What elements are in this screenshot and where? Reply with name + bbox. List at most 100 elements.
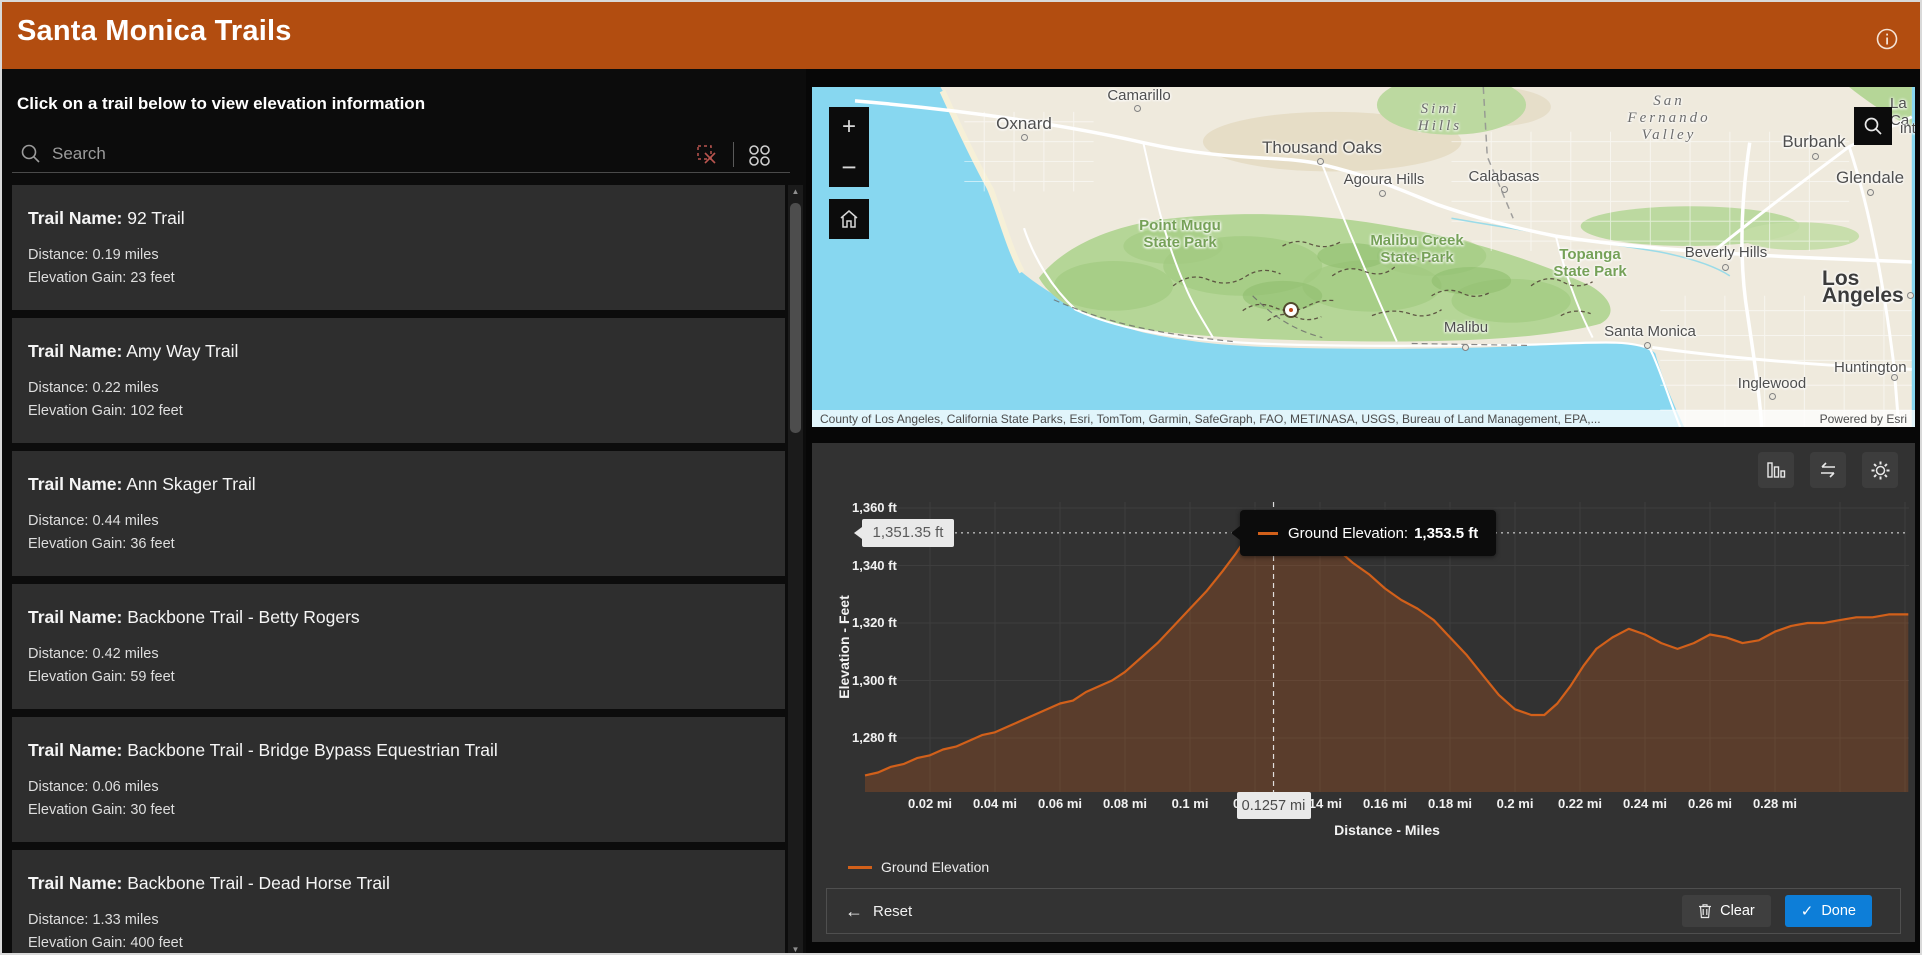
chart-type-button[interactable] bbox=[1758, 452, 1794, 488]
done-button[interactable]: ✓ Done bbox=[1784, 895, 1872, 927]
city-dot bbox=[1906, 291, 1914, 299]
tooltip-label: Ground Elevation: bbox=[1288, 524, 1409, 542]
y-tick: 1,340 ft bbox=[852, 557, 897, 573]
check-icon: ✓ bbox=[1800, 903, 1814, 920]
app-header: Santa Monica Trails bbox=[2, 2, 1920, 69]
trail-card-backbone-trail-dead-horse-trail[interactable]: Trail Name: Backbone Trail - Dead Horse … bbox=[12, 850, 785, 953]
y-tick: 1,360 ft bbox=[852, 500, 897, 515]
trail-distance: Distance: 0.42 miles bbox=[28, 646, 159, 662]
search-bar bbox=[12, 137, 790, 173]
instruction-text: Click on a trail below to view elevation… bbox=[17, 94, 426, 113]
x-tick: 0.24 mi bbox=[1622, 796, 1668, 811]
trail-distance: Distance: 0.22 miles bbox=[28, 380, 159, 396]
trail-card-92-trail[interactable]: Trail Name: 92 Trail Distance: 0.19 miles… bbox=[12, 185, 785, 310]
trail-elevation-gain: Elevation Gain: 23 feet bbox=[28, 270, 175, 286]
x-tick: 0.28 mi bbox=[1752, 796, 1798, 811]
x-tick: 0.04 mi bbox=[972, 796, 1018, 811]
chart-footer-bar: ← Reset Clear ✓ Done bbox=[826, 888, 1901, 934]
arrow-left-icon: ← bbox=[845, 900, 863, 921]
results-grid-button[interactable] bbox=[746, 142, 772, 168]
zoom-out-button[interactable]: − bbox=[829, 147, 869, 187]
y-axis-label: Elevation - Feet bbox=[836, 595, 852, 699]
tooltip-value: 1,353.5 ft bbox=[1414, 524, 1479, 542]
zoom-controls: + − bbox=[829, 107, 869, 187]
search-input[interactable] bbox=[50, 139, 690, 169]
reset-label: Reset bbox=[873, 902, 913, 920]
chart-settings-button[interactable] bbox=[1862, 452, 1898, 488]
reset-button[interactable]: ← Reset bbox=[845, 901, 912, 922]
distance-marker-box: 0.1257 mi bbox=[1236, 792, 1311, 819]
city-dot bbox=[1378, 189, 1386, 197]
list-scrollbar[interactable]: ▲ ▼ bbox=[788, 185, 803, 953]
clear-selection-button[interactable] bbox=[694, 142, 720, 168]
trail-card-backbone-trail-betty-rogers[interactable]: Trail Name: Backbone Trail - Betty Roger… bbox=[12, 584, 785, 709]
scroll-up-button[interactable]: ▲ bbox=[788, 185, 803, 199]
trail-name: Trail Name: Backbone Trail - Bridge Bypa… bbox=[28, 740, 498, 760]
clear-button[interactable]: Clear bbox=[1682, 895, 1771, 927]
trail-list-panel: Click on a trail below to view elevation… bbox=[2, 69, 806, 953]
swap-axes-button[interactable] bbox=[1810, 452, 1846, 488]
gear-icon bbox=[1871, 461, 1889, 479]
city-dot bbox=[1500, 185, 1508, 193]
zoom-in-button[interactable]: + bbox=[829, 107, 869, 147]
attribution-text: County of Los Angeles, California State … bbox=[820, 411, 1601, 426]
done-label: Done bbox=[1821, 903, 1856, 919]
map-attribution: County of Los Angeles, California State … bbox=[812, 410, 1915, 427]
legend-ground-elevation: Ground Elevation bbox=[848, 859, 989, 875]
city-dot bbox=[1768, 392, 1776, 400]
trail-card-backbone-trail-bridge-bypass-equestrian-trail[interactable]: Trail Name: Backbone Trail - Bridge Bypa… bbox=[12, 717, 785, 842]
x-axis-label: Distance - Miles bbox=[1334, 822, 1440, 838]
trail-name: Trail Name: Backbone Trail - Betty Roger… bbox=[28, 607, 360, 627]
city-dot bbox=[1866, 188, 1874, 196]
page-title: Santa Monica Trails bbox=[17, 15, 292, 47]
scroll-down-button[interactable]: ▼ bbox=[788, 943, 803, 953]
info-button[interactable] bbox=[1876, 28, 1898, 50]
x-tick: 0.02 mi bbox=[907, 796, 953, 811]
info-icon bbox=[1876, 28, 1898, 50]
trail-elevation-gain: Elevation Gain: 59 feet bbox=[28, 669, 175, 685]
legend-dash bbox=[848, 865, 872, 869]
map-canvas[interactable]: Camarillo Oxnard Thousand Oaks Simi Hills Ag… bbox=[812, 87, 1915, 427]
x-tick: 0.22 mi bbox=[1557, 796, 1603, 811]
trail-location-marker[interactable] bbox=[1285, 304, 1297, 316]
x-tick: 0.1 mi bbox=[1171, 796, 1209, 811]
legend-label: Ground Elevation bbox=[881, 859, 990, 875]
powered-by-esri: Powered by Esri bbox=[1819, 411, 1907, 426]
city-dot bbox=[1811, 152, 1819, 160]
home-icon bbox=[840, 210, 858, 228]
trail-distance: Distance: 0.44 miles bbox=[28, 513, 159, 529]
city-dot bbox=[1643, 341, 1651, 349]
elevation-marker-tag: 1,351.35 ft bbox=[854, 518, 954, 547]
y-tick: 1,300 ft bbox=[852, 672, 897, 688]
trail-card-amy-way-trail[interactable]: Trail Name: Amy Way Trail Distance: 0.22 … bbox=[12, 318, 785, 443]
city-dot bbox=[1721, 263, 1729, 271]
chart-tooltip: Ground Elevation: 1,353.5 ft bbox=[1230, 510, 1497, 556]
x-tick: 0.16 mi bbox=[1362, 796, 1408, 811]
trail-distance: Distance: 0.06 miles bbox=[28, 779, 159, 795]
trash-icon bbox=[1698, 903, 1712, 919]
elevation-profile-panel: 1,360 ft 1,340 ft 1,320 ft 1,300 ft 1,280 ft… bbox=[812, 443, 1915, 942]
app-window: Santa Monica Trails Click on a trail bel… bbox=[0, 0, 1922, 955]
scrollbar-thumb[interactable] bbox=[790, 203, 801, 433]
y-tick: 1,280 ft bbox=[852, 730, 897, 745]
trail-name: Trail Name: Ann Skager Trail bbox=[28, 474, 256, 494]
clear-label: Clear bbox=[1720, 903, 1755, 919]
divider bbox=[733, 142, 734, 167]
x-tick: 0.2 mi bbox=[1496, 796, 1534, 811]
map-search-button[interactable] bbox=[1854, 107, 1892, 145]
trail-elevation-gain: Elevation Gain: 102 feet bbox=[28, 403, 183, 419]
trail-name: Trail Name: Backbone Trail - Dead Horse … bbox=[28, 873, 390, 893]
city-dot bbox=[1461, 343, 1469, 351]
swap-icon bbox=[1821, 462, 1835, 478]
city-dot bbox=[1133, 104, 1141, 112]
trail-distance: Distance: 0.19 miles bbox=[28, 247, 159, 263]
search-icon bbox=[20, 143, 42, 170]
x-tick: 0.06 mi bbox=[1037, 796, 1083, 811]
trail-elevation-gain: Elevation Gain: 30 feet bbox=[28, 802, 175, 818]
city-dot bbox=[1890, 373, 1898, 381]
trail-name: Trail Name: Amy Way Trail bbox=[28, 341, 239, 361]
home-button[interactable] bbox=[829, 199, 869, 239]
y-tick: 1,320 ft bbox=[852, 615, 897, 630]
trail-distance: Distance: 1.33 miles bbox=[28, 912, 159, 928]
trail-card-ann-skager-trail[interactable]: Trail Name: Ann Skager Trail Distance: 0.… bbox=[12, 451, 785, 576]
